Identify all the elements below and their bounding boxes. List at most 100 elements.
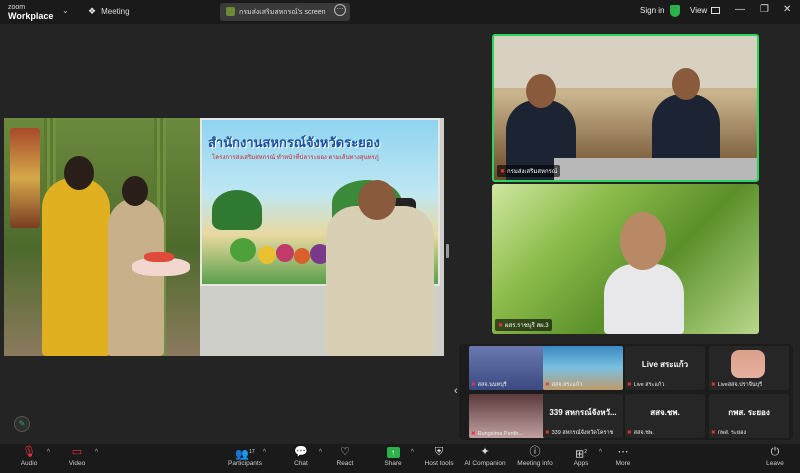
share-label: Share [384,460,402,467]
mic-muted-icon: ✖ [500,169,506,175]
scene-right: สำนักงานสหกรณ์จังหวัดระยอง โครงการส่งเสร… [200,118,444,356]
video-label: Video [68,460,86,467]
tab-share-label: กรมส่งเสริมสหกรณ์'s screen [239,9,326,16]
gallery-tile[interactable]: ✖ สสจ.นนทบุรี [469,346,549,390]
security-shield-icon[interactable] [670,5,680,17]
participant-tile-active[interactable]: ✖ กรมส่งเสริมสหกรณ์ [492,34,759,182]
video-thumbnail [731,350,765,378]
react-label: React [336,460,354,467]
shrine-decoration [10,128,40,228]
desk [554,158,757,180]
gallery-tile[interactable]: ✖ Liveสสจ.ปราจีนบุรี [709,346,789,390]
minimize-icon[interactable]: — [735,4,745,15]
gallery-strip: ✖ สสจ.นนทบุรี ✖ สสจ.สระแก้ว Live สระแก้ว ✖… [459,344,793,440]
gallery-tile[interactable]: สสจ.ชพ. ✖ สสจ.ชพ. [625,394,705,438]
resize-handle[interactable] [446,244,449,258]
react-button[interactable]: ♡ React [320,446,370,467]
participants-label: Participants [228,460,262,467]
tab-meeting-label: Meeting [101,7,130,16]
chevron-up-icon[interactable]: ^ [95,449,98,456]
paw-icon: ❖ [88,6,97,16]
gallery-name-large: กพส. ระยอง [728,408,770,417]
person-official [326,206,434,356]
chat-label: Chat [294,460,308,467]
close-icon[interactable]: ✕ [783,4,791,15]
gallery-tile[interactable]: Live สระแก้ว ✖ Live สระแก้ว [625,346,705,390]
gallery-tile[interactable]: ✖ Rungsima Penth... [469,394,549,438]
host-tools-button[interactable]: ⛨ Host tools [414,446,464,467]
participants-count: 17 [249,449,255,455]
gallery-label: ✖ สสจ.สระแก้ว [545,382,583,388]
person-head [122,176,148,206]
fruit [294,248,310,264]
sparkle-icon: ✦ [480,446,490,458]
gallery-name-large: สสจ.ชพ. [650,408,680,417]
fruit [276,244,294,262]
person-head [358,180,396,220]
participant-head [672,68,700,100]
chevron-up-icon[interactable]: ^ [263,449,266,456]
view-label: View [690,6,708,15]
gallery-tile[interactable]: 339 สหกรณ์จังหวั... ✖ 339 สหกรณ์จังหวัดโค… [543,394,623,438]
participant-name: กรมส่งเสริมสหกรณ์ [507,169,558,175]
participant-tile[interactable]: ✖ ผสร.ราชบุรี สผ.3 [492,184,759,334]
tab-meeting[interactable]: ❖ Meeting [88,6,130,17]
gallery-tile[interactable]: กพส. ระยอง ✖ กพส. ระยอง [709,394,789,438]
mic-muted-icon: ✖ [711,430,716,436]
bottom-toolbar: 🎙 Audio ^ ▭ Video ^ 👥17 Participants ^ 💬… [0,444,800,473]
participants-button[interactable]: 👥17 Participants ^ [220,446,270,467]
person-head [64,156,94,190]
gallery-tile[interactable]: ✖ สสจ.สระแก้ว [543,346,623,390]
more-icon[interactable]: ⋯ [334,4,346,16]
chevron-up-icon[interactable]: ^ [47,449,50,456]
more-button[interactable]: ⋯ More [598,446,648,467]
mic-muted-icon: ✖ [627,382,632,388]
host-tools-label: Host tools [424,460,454,467]
top-bar: zoom Workplace ⌄ ❖ Meeting กรมส่งเสริมสหก… [0,0,800,24]
participant-head [526,74,556,108]
gallery-name-large: 339 สหกรณ์จังหวั... [549,408,617,417]
ai-companion-button[interactable]: ✦ AI Companion [460,446,510,467]
person-yellow-shirt [42,178,110,356]
participant-name-tag: ✖ กรมส่งเสริมสหกรณ์ [497,165,561,177]
logo-line2: Workplace [8,11,54,21]
leave-button[interactable]: ⏻ Leave [750,446,800,467]
participant-head [620,212,666,270]
chevron-down-icon[interactable]: ⌄ [62,6,69,15]
video-button[interactable]: ▭ Video ^ [52,446,102,467]
mic-muted-icon: ✖ [627,430,632,436]
meeting-info-button[interactable]: ⓘ Meeting info [510,446,560,467]
signin-link[interactable]: Sign in [640,6,664,15]
scene-left [4,118,200,356]
tab-shared-screen[interactable]: กรมส่งเสริมสหกรณ์'s screen [220,3,350,21]
audio-button[interactable]: 🎙 Audio ^ [4,446,54,467]
gallery-label: ✖ Live สระแก้ว [627,382,665,388]
mic-muted-icon: ✖ [498,323,504,329]
share-button[interactable]: ↑ Share ^ [368,446,418,467]
more-label: More [615,460,631,467]
mic-muted-icon: ✖ [545,430,550,436]
gallery-prev-icon[interactable]: ‹ [454,385,458,397]
gallery-label: ✖ Liveสสจ.ปราจีนบุรี [711,382,763,388]
fruit [258,246,276,264]
mic-muted-icon: ✖ [471,431,476,437]
shared-screen-video[interactable]: สำนักงานสหกรณ์จังหวัดระยอง โครงการส่งเสร… [4,118,444,356]
grid-view-icon [711,7,721,14]
candles [144,252,174,262]
participant-name-tag: ✖ ผสร.ราชบุรี สผ.3 [495,319,552,331]
gallery-label: ✖ กพส. ระยอง [711,430,747,436]
view-button[interactable]: View [690,6,721,15]
gallery-label: ✖ สสจ.ชพ. [627,430,654,436]
leave-icon: ⏻ [770,446,780,458]
restore-icon[interactable]: ❐ [760,4,769,15]
mic-muted-icon: ✖ [545,382,550,388]
edit-pencil-icon[interactable]: ✎ [14,416,30,432]
chat-button[interactable]: 💬 Chat ^ [276,446,326,467]
gallery-label: ✖ Rungsima Penth... [471,431,523,437]
meeting-info-label: Meeting info [517,460,553,467]
gallery-name-large: Live สระแก้ว [641,360,689,369]
shield-icon: ⛨ [434,446,444,458]
participant-person [604,264,684,334]
mic-muted-icon: ✖ [711,382,716,388]
mic-muted-icon: ✖ [471,382,476,388]
